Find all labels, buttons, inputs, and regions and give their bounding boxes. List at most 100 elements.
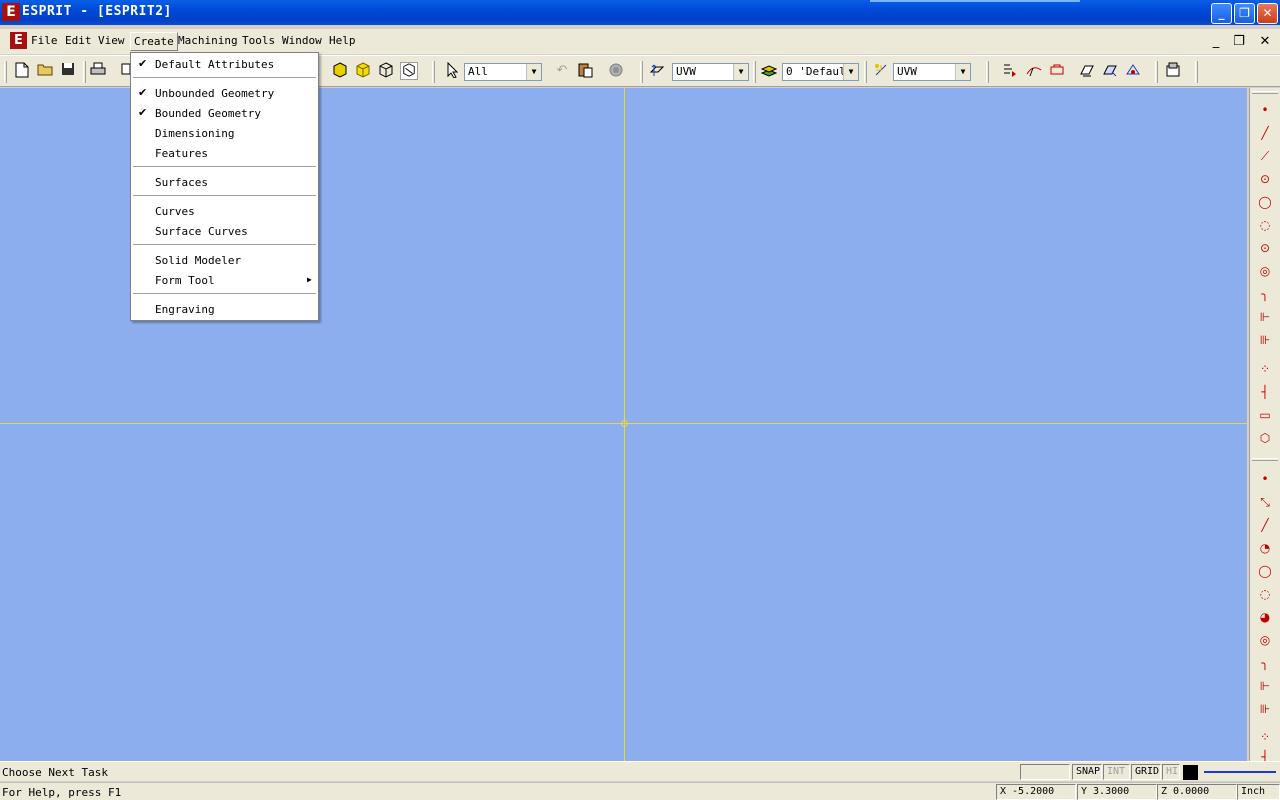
stop-icon[interactable] — [607, 62, 625, 80]
menu-item-bounded-geometry[interactable]: Bounded Geometry — [155, 107, 261, 120]
circle-offset-icon[interactable]: ◎ — [1256, 262, 1274, 280]
menu-item-features[interactable]: Features — [155, 147, 208, 160]
break-icon[interactable]: ⊪ — [1256, 331, 1274, 349]
new-file-icon[interactable] — [13, 62, 31, 80]
menu-item-unbounded-geometry[interactable]: Unbounded Geometry — [155, 87, 274, 100]
menu-item-surfaces[interactable]: Surfaces — [155, 176, 208, 189]
arc-three-points-icon[interactable]: ◌ — [1256, 585, 1274, 603]
toolbar-grip[interactable] — [1252, 91, 1278, 94]
simulation-icon[interactable] — [1078, 62, 1096, 80]
hidden-line-icon[interactable] — [400, 62, 418, 80]
doc-restore-button[interactable]: ❐ — [1229, 33, 1249, 51]
trim-icon[interactable]: ⊩ — [1256, 677, 1274, 695]
menu-item-curves[interactable]: Curves — [155, 205, 195, 218]
fillet-icon[interactable]: ╮ — [1256, 285, 1274, 303]
app-icon[interactable]: E — [2, 3, 20, 21]
menu-item-default-attributes[interactable]: Default Attributes — [155, 58, 274, 71]
view-orient-icon[interactable] — [872, 62, 890, 80]
undo-icon[interactable]: ↶ — [553, 62, 571, 80]
doc-close-button[interactable]: ✕ — [1255, 33, 1275, 51]
selection-filter-select[interactable]: All ▼ — [464, 63, 542, 81]
menu-create[interactable]: Create — [130, 32, 178, 51]
create-menu-dropdown: ✔ Default Attributes ✔ Unbounded Geometr… — [130, 52, 319, 321]
open-folder-icon[interactable] — [36, 62, 54, 80]
trim-icon[interactable]: ⊩ — [1256, 308, 1274, 326]
work-plane-icon[interactable] — [648, 62, 666, 80]
toolbar-separator — [986, 61, 989, 83]
doc-minimize-button[interactable]: _ — [1206, 33, 1226, 51]
break-icon[interactable]: ⊪ — [1256, 700, 1274, 718]
pattern-icon[interactable]: ⁘ — [1256, 728, 1274, 746]
work-plane-select[interactable]: UVW ▼ — [672, 63, 749, 81]
document-icon[interactable]: E — [10, 32, 27, 49]
menu-item-dimensioning[interactable]: Dimensioning — [155, 127, 234, 140]
circle-two-points-icon[interactable]: ◯ — [1256, 193, 1274, 211]
point-icon[interactable]: • — [1256, 101, 1274, 119]
units-display: Inch — [1237, 784, 1280, 800]
menu-edit[interactable]: Edit — [65, 34, 92, 47]
toolbar-grip[interactable] — [4, 61, 7, 83]
properties-icon[interactable] — [1164, 62, 1182, 80]
polygon-icon[interactable]: ⬡ — [1256, 429, 1274, 447]
shaded-edges-icon[interactable] — [354, 62, 372, 80]
menu-file[interactable]: File — [31, 34, 58, 47]
select-pointer-icon[interactable] — [444, 61, 462, 80]
arc-tangent-icon[interactable]: ◕ — [1256, 608, 1274, 626]
chevron-down-icon[interactable]: ▼ — [733, 64, 748, 80]
chevron-down-icon[interactable]: ▼ — [526, 64, 541, 80]
toolbar-separator — [1155, 61, 1158, 83]
menu-help[interactable]: Help — [329, 34, 356, 47]
stock-icon[interactable] — [1048, 62, 1066, 80]
grid-toggle[interactable]: GRID — [1131, 764, 1161, 780]
menu-view[interactable]: View — [98, 34, 125, 47]
toolpath-icon[interactable] — [1025, 62, 1043, 80]
menu-machining[interactable]: Machining — [178, 34, 238, 47]
layers-icon[interactable] — [760, 62, 778, 80]
title-bar[interactable]: E ESPRIT - [ESPRIT2] _ ❐ ✕ — [0, 0, 1280, 25]
menu-item-surface-curves[interactable]: Surface Curves — [155, 225, 248, 238]
menu-item-form-tool[interactable]: Form Tool — [155, 274, 215, 287]
maximize-button[interactable]: ❐ — [1234, 3, 1255, 24]
arc-offset-icon[interactable]: ◎ — [1256, 631, 1274, 649]
print-icon[interactable] — [89, 62, 107, 80]
point-icon[interactable]: • — [1256, 470, 1274, 488]
menu-tools[interactable]: Tools — [242, 34, 275, 47]
minimize-button[interactable]: _ — [1211, 3, 1232, 24]
snap-toggle[interactable]: SNAP — [1072, 764, 1102, 780]
layer-value: 0 'Defaul — [786, 65, 846, 78]
circle-center-icon[interactable]: ⊙ — [1256, 170, 1274, 188]
pattern-icon[interactable]: ⁘ — [1256, 360, 1274, 378]
nc-code-icon[interactable] — [1124, 62, 1142, 80]
current-color-swatch[interactable] — [1183, 765, 1198, 780]
shaded-view-icon[interactable] — [331, 62, 349, 80]
menu-separator — [133, 166, 316, 168]
hi-toggle[interactable]: HI — [1162, 764, 1180, 780]
machining-setup-icon[interactable] — [1001, 62, 1019, 80]
paste-icon[interactable] — [576, 62, 594, 80]
int-toggle[interactable]: INT — [1103, 764, 1130, 780]
menu-item-engraving[interactable]: Engraving — [155, 303, 215, 316]
menu-item-solid-modeler[interactable]: Solid Modeler — [155, 254, 241, 267]
chevron-down-icon[interactable]: ▼ — [843, 64, 858, 80]
circle-three-points-icon[interactable]: ◌ — [1256, 216, 1274, 234]
chevron-down-icon[interactable]: ▼ — [955, 64, 970, 80]
wireframe-view-icon[interactable] — [377, 62, 395, 80]
line-icon[interactable]: ╱ — [1256, 124, 1274, 142]
chamfer-icon[interactable]: ┤ — [1256, 383, 1274, 401]
fillet-icon[interactable]: ╮ — [1256, 654, 1274, 672]
segment-icon[interactable]: ╱ — [1256, 516, 1274, 534]
view-plane-select[interactable]: UVW ▼ — [893, 63, 971, 81]
arc-two-points-icon[interactable]: ◯ — [1256, 562, 1274, 580]
save-icon[interactable] — [59, 62, 77, 80]
bounded-line-icon[interactable]: ⤡ — [1256, 493, 1274, 511]
close-button[interactable]: ✕ — [1257, 3, 1278, 24]
circle-tangent-icon[interactable]: ⊙ — [1256, 239, 1274, 257]
menu-window[interactable]: Window — [282, 34, 322, 47]
line-style-indicator[interactable] — [1204, 771, 1276, 773]
layer-select[interactable]: 0 'Defaul ▼ — [782, 63, 859, 81]
line-two-points-icon[interactable]: ⟋ — [1256, 147, 1274, 165]
arc-center-icon[interactable]: ◔ — [1256, 539, 1274, 557]
rectangle-icon[interactable]: ▭ — [1256, 406, 1274, 424]
verify-icon[interactable] — [1101, 62, 1119, 80]
toolbar-grip[interactable] — [1252, 458, 1278, 461]
